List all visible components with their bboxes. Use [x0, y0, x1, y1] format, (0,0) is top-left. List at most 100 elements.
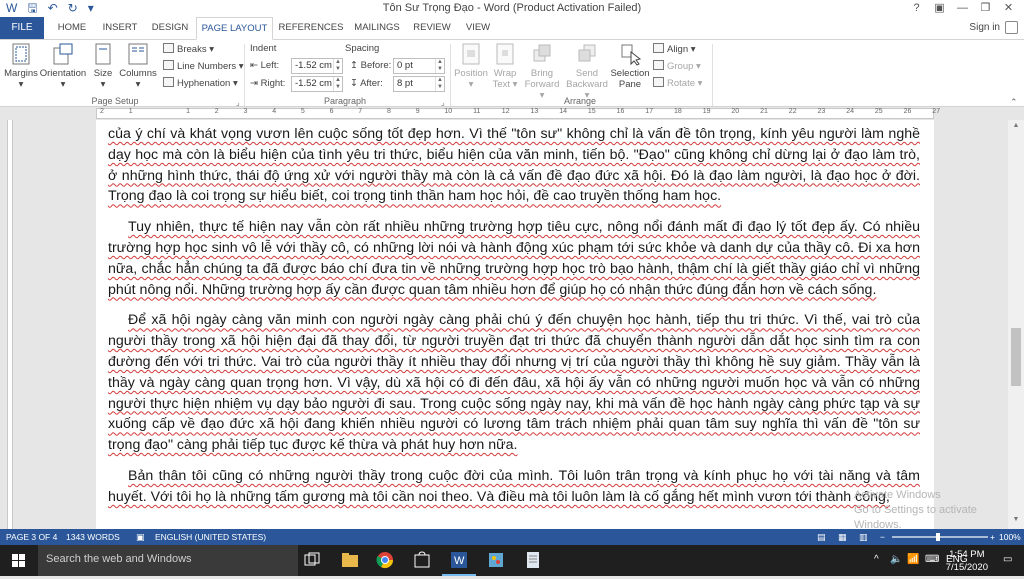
tab-references[interactable]: REFERENCES — [278, 17, 344, 39]
tab-design[interactable]: DESIGN — [147, 17, 193, 39]
zoom-slider-thumb[interactable] — [936, 533, 940, 541]
taskbar-search-box[interactable]: Search the web and Windows — [38, 545, 298, 576]
bring-forward-button[interactable]: Bring Forward ▾ — [521, 42, 563, 101]
hyphenation-button[interactable]: Hyphenation ▾ — [163, 76, 238, 91]
feedback-smile-icon[interactable] — [1005, 21, 1018, 34]
tab-insert[interactable]: INSERT — [98, 17, 142, 39]
store-icon[interactable] — [413, 551, 431, 569]
page-setup-launcher-icon[interactable]: ⌟ — [236, 98, 240, 107]
paragraph-1[interactable]: của ý chí và khát vọng vươn lên cuộc sốn… — [108, 124, 920, 207]
group-button[interactable]: Group ▾ — [653, 59, 701, 74]
ruler-bar — [96, 108, 934, 119]
columns-label: Columns — [119, 68, 157, 79]
position-button[interactable]: Position ▾ — [454, 42, 488, 90]
notepad-icon[interactable] — [524, 551, 542, 569]
columns-button[interactable]: Columns ▾ — [119, 42, 157, 90]
ruler-number: 20 — [731, 108, 740, 115]
action-center-icon[interactable]: ▭ — [1003, 554, 1012, 565]
ruler-number: 27 — [932, 108, 941, 115]
indent-right-label: ⇥ Right: — [250, 78, 286, 89]
minimize-button[interactable]: — — [951, 0, 974, 16]
page-count[interactable]: PAGE 3 OF 4 — [6, 529, 57, 545]
indent-left-spinner[interactable]: ▲ ▼ — [333, 59, 342, 73]
page-setup-group-label: Page Setup — [91, 96, 139, 106]
indent-header: Indent — [250, 43, 277, 54]
tab-home[interactable]: HOME — [52, 17, 92, 39]
ruler-number: 16 — [616, 108, 625, 115]
word-taskbar-icon[interactable]: W — [450, 551, 468, 569]
paragraph-3[interactable]: Để xã hội ngày càng văn minh con người n… — [108, 310, 920, 456]
document-page[interactable]: của ý chí và khát vọng vươn lên cuộc sốn… — [96, 120, 934, 529]
tab-file[interactable]: FILE — [0, 17, 44, 39]
network-icon[interactable]: 📶 — [907, 554, 919, 565]
vertical-scrollbar[interactable]: ▲ ▼ — [1008, 120, 1024, 529]
scroll-up-icon[interactable]: ▲ — [1008, 122, 1024, 129]
tab-review[interactable]: REVIEW — [410, 17, 454, 39]
help-button[interactable]: ? — [905, 0, 928, 16]
selection-pane-button[interactable]: Selection Pane — [610, 42, 650, 90]
ribbon-display-options-button[interactable]: ▣ — [928, 0, 951, 16]
chrome-icon[interactable] — [376, 551, 394, 569]
tab-mailings[interactable]: MAILINGS — [350, 17, 404, 39]
word-count[interactable]: 1343 WORDS — [66, 529, 120, 545]
ribbon-tabs: FILE HOME INSERT DESIGN PAGE LAYOUT REFE… — [0, 17, 1024, 40]
task-view-icon[interactable] — [303, 551, 321, 569]
size-button[interactable]: Size ▾ — [90, 42, 116, 90]
breaks-button[interactable]: Breaks ▾ — [163, 42, 214, 57]
web-layout-icon[interactable]: ▥ — [859, 529, 868, 545]
ruler-number: 14 — [559, 108, 567, 115]
zoom-in-icon[interactable]: + — [990, 529, 995, 545]
start-button[interactable] — [0, 545, 38, 576]
scroll-down-icon[interactable]: ▼ — [1008, 516, 1024, 523]
keyboard-icon[interactable]: ⌨ — [925, 554, 939, 565]
print-layout-icon[interactable]: ▦ — [838, 529, 847, 545]
taskbar-clock[interactable]: 1:54 PM 7/15/2020 — [946, 548, 988, 574]
indent-right-field[interactable]: -1.52 cm ▲ ▼ — [291, 76, 343, 92]
sound-icon[interactable]: 🔈 — [890, 554, 902, 565]
spacing-before-spinner[interactable]: ▲ ▼ — [435, 59, 444, 73]
indent-right-spinner[interactable]: ▲ ▼ — [333, 77, 342, 91]
paragraph-group-label: Paragraph — [323, 96, 367, 106]
paragraph-4[interactable]: Bản thân tôi cũng có những người thầy tr… — [108, 466, 920, 508]
vertical-ruler — [7, 120, 13, 529]
line-numbers-button[interactable]: Line Numbers ▾ — [163, 59, 244, 74]
columns-icon — [128, 43, 148, 65]
show-hidden-icons-icon[interactable]: ^ — [874, 554, 879, 565]
file-explorer-icon[interactable] — [341, 551, 359, 569]
sign-in-link[interactable]: Sign in — [969, 22, 1000, 33]
scrollbar-thumb[interactable] — [1011, 328, 1021, 386]
proofing-icon[interactable]: ▣ — [136, 529, 145, 545]
ruler-number: 15 — [587, 108, 596, 115]
horizontal-ruler[interactable]: 2 1 1 2 3 4 5 6 7 8 9 10 11 12 13 14 15 16 17 18 19 20 21 22 23 2… — [0, 107, 1024, 120]
zoom-slider[interactable] — [892, 536, 988, 538]
close-button[interactable]: ✕ — [997, 0, 1020, 16]
zoom-level[interactable]: 100% — [999, 529, 1021, 545]
indent-left-field[interactable]: -1.52 cm ▲ ▼ — [291, 58, 343, 74]
send-backward-button[interactable]: Send Backward ▾ — [565, 42, 609, 101]
paragraph-2[interactable]: Tuy nhiên, thực tế hiện nay vẫn còn rất … — [108, 217, 920, 300]
language-status[interactable]: ENGLISH (UNITED STATES) — [155, 529, 266, 545]
wrap-text-button[interactable]: Wrap Text ▾ — [490, 42, 520, 90]
zoom-out-icon[interactable]: − — [880, 529, 885, 545]
orientation-button[interactable]: Orientation ▾ — [39, 42, 87, 90]
spacing-after-label: ↧ After: — [350, 78, 383, 89]
paint-icon[interactable] — [487, 551, 505, 569]
margins-button[interactable]: Margins ▾ — [4, 42, 38, 90]
read-mode-icon[interactable]: ▤ — [817, 529, 826, 545]
rotate-button[interactable]: Rotate ▾ — [653, 76, 702, 91]
margins-label: Margins — [4, 68, 38, 79]
windows-taskbar: Search the web and Windows W ^ 🔈 📶 ⌨ ENG… — [0, 545, 1024, 576]
watermark-title: Activate Windows — [854, 489, 941, 501]
tab-page-layout[interactable]: PAGE LAYOUT — [196, 17, 273, 40]
spacing-after-spinner[interactable]: ▲ ▼ — [435, 77, 444, 91]
align-button[interactable]: Align ▾ — [653, 42, 696, 57]
document-body[interactable]: của ý chí và khát vọng vươn lên cuộc sốn… — [108, 124, 920, 518]
paragraph-launcher-icon[interactable]: ⌟ — [441, 98, 445, 107]
spacing-before-field[interactable]: 0 pt ▲ ▼ — [393, 58, 445, 74]
group-separator — [712, 44, 713, 106]
status-bar: PAGE 3 OF 4 1343 WORDS ▣ ENGLISH (UNITED… — [0, 529, 1024, 545]
tab-view[interactable]: VIEW — [460, 17, 496, 39]
restore-button[interactable]: ❐ — [974, 0, 997, 16]
spacing-after-field[interactable]: 8 pt ▲ ▼ — [393, 76, 445, 92]
ruler-number: 17 — [645, 108, 654, 115]
